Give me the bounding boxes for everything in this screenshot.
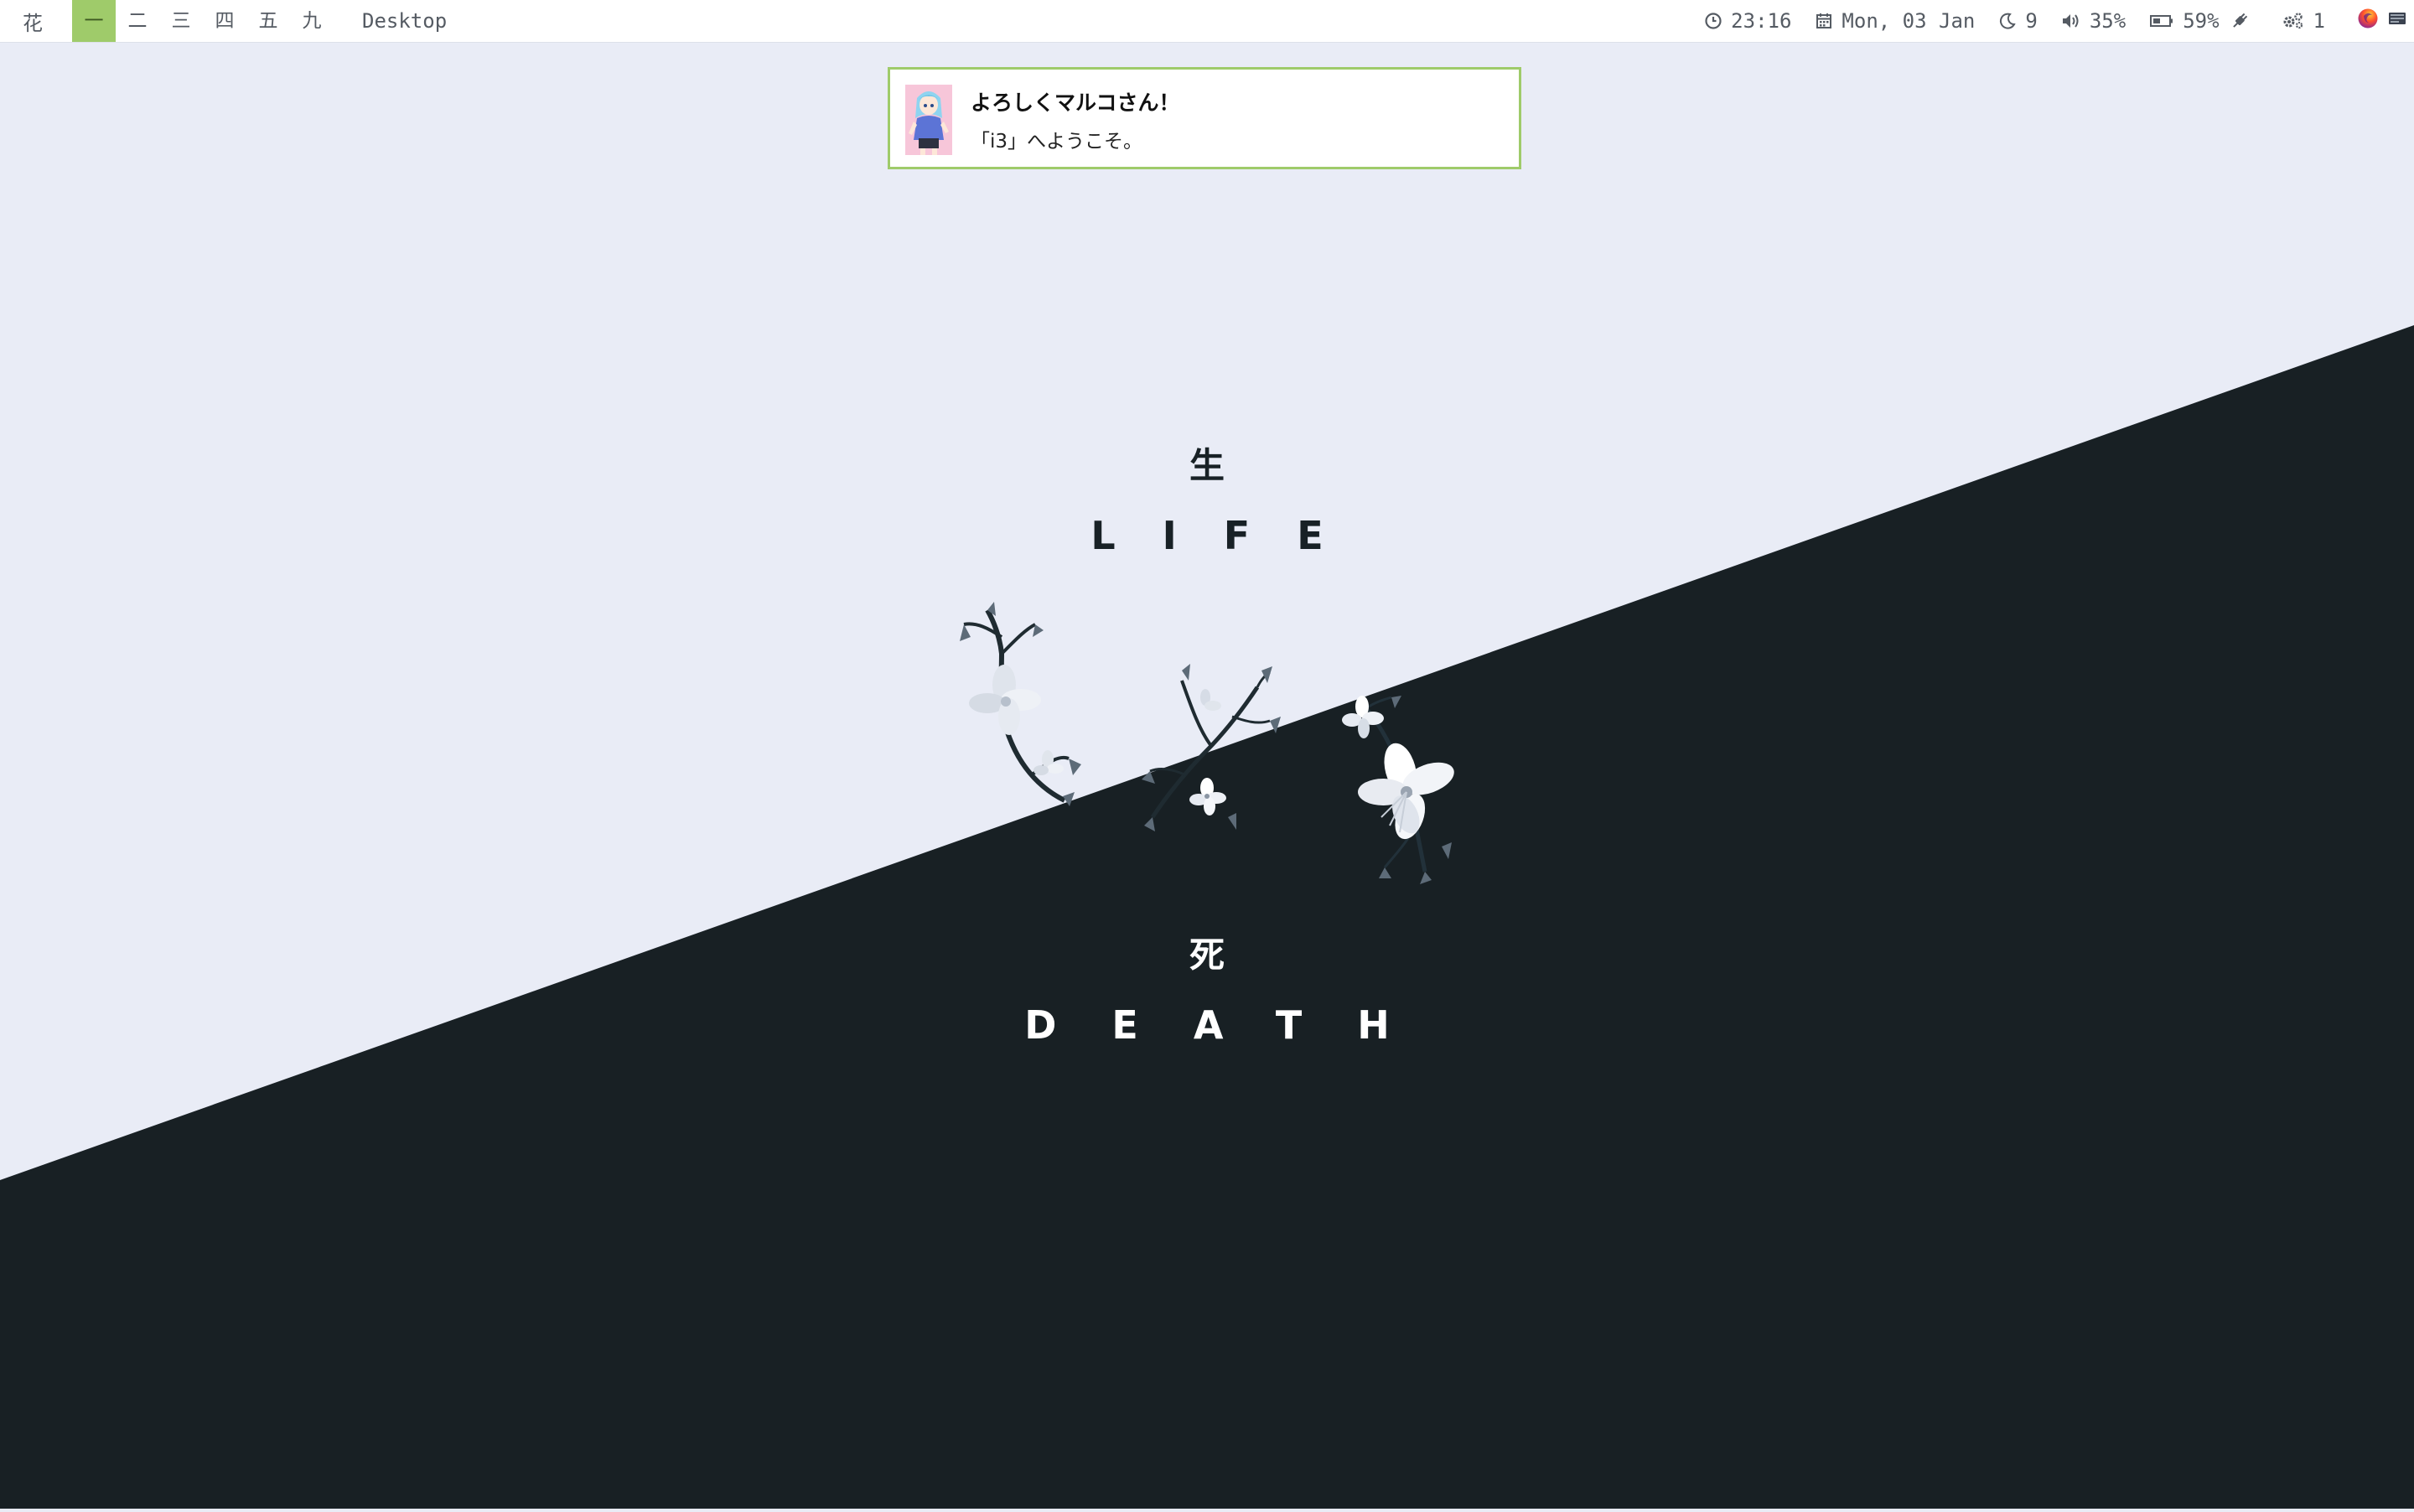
bar-left: 花 一 二 三 四 五 九 Desktop	[0, 0, 447, 42]
notification-popup[interactable]: よろしくマルコさん！ 「i3」へようこそ。	[888, 67, 1521, 169]
battery-text: 59%	[2183, 9, 2220, 33]
moon-icon	[2000, 13, 2017, 29]
volume-module[interactable]: 35%	[2061, 9, 2126, 33]
top-bar: 花 一 二 三 四 五 九 Desktop 23:16 Mon, 03 Jan …	[0, 0, 2414, 42]
system-tray	[2349, 8, 2407, 34]
dark-half	[0, 325, 2414, 1509]
updates-module[interactable]: 1	[2282, 9, 2325, 33]
workspace-1[interactable]: 一	[72, 0, 116, 42]
notification-body: 「i3」へようこそ。	[971, 131, 1143, 153]
workspace-9[interactable]: 九	[290, 0, 334, 42]
life-word: LIFE	[1090, 513, 1370, 558]
terminal-icon[interactable]	[2387, 8, 2407, 34]
calendar-icon	[1816, 13, 1832, 28]
clock-text: 23:16	[1731, 9, 1792, 33]
anime-avatar	[905, 85, 952, 155]
gears-icon	[2283, 13, 2303, 29]
logo-icon[interactable]: 花	[0, 7, 65, 36]
workspace-5[interactable]: 五	[246, 0, 290, 42]
workspace-3[interactable]: 三	[159, 0, 203, 42]
updates-text: 1	[2313, 9, 2325, 33]
clock-icon	[1705, 13, 1722, 29]
wallpaper-art	[0, 325, 2414, 1509]
life-kanji: 生	[1189, 445, 1225, 486]
notification-title: よろしくマルコさん！	[971, 91, 1180, 115]
window-title: Desktop	[362, 9, 448, 33]
night-light-module[interactable]: 9	[1998, 9, 2038, 33]
date-text: Mon, 03 Jan	[1842, 9, 1976, 33]
wallpaper: 生 LIFE 死 DEATH	[0, 0, 2414, 1509]
death-word: DEATH	[1024, 1002, 1445, 1048]
bar-right: 23:16 Mon, 03 Jan 9 35% 59% 1	[1704, 0, 2414, 42]
battery-icon	[2150, 15, 2173, 27]
clock-module[interactable]: 23:16	[1704, 9, 1791, 33]
firefox-icon[interactable]	[2357, 8, 2379, 34]
night-light-text: 9	[2025, 9, 2038, 33]
flower-branch-left	[960, 602, 1081, 806]
volume-text: 35%	[2089, 9, 2126, 33]
battery-module[interactable]: 59%	[2149, 9, 2220, 33]
plug-icon	[2232, 13, 2247, 28]
date-module[interactable]: Mon, 03 Jan	[1815, 9, 1975, 33]
charging-indicator	[2230, 11, 2258, 31]
workspace-2[interactable]: 二	[116, 0, 159, 42]
speaker-icon	[2062, 14, 2079, 28]
workspace-4[interactable]: 四	[203, 0, 246, 42]
death-kanji: 死	[1189, 935, 1225, 976]
